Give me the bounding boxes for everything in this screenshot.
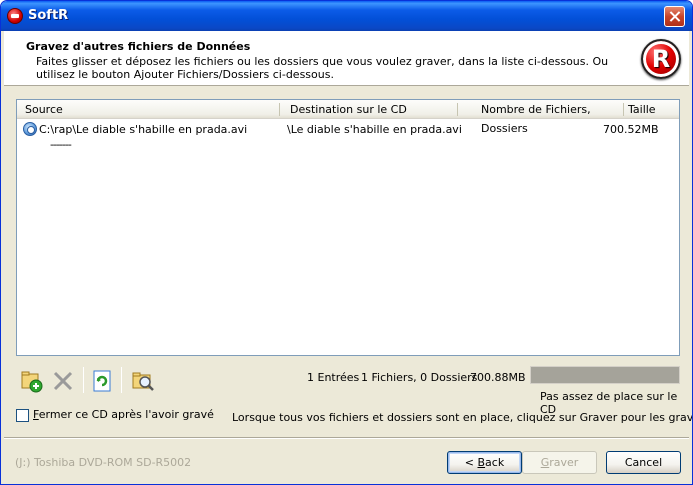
footer-divider — [4, 437, 689, 439]
toolbar-separator — [83, 367, 84, 393]
total-size: 700.88MB — [470, 371, 526, 384]
files-folders-count: 1 Fichiers, 0 Dossiers — [361, 371, 478, 384]
drive-label: (J:) Toshiba DVD-ROM SD-R5002 — [15, 456, 192, 469]
cancel-button[interactable]: Cancel — [606, 451, 681, 474]
placeholder-row: ------- — [50, 138, 72, 151]
softr-logo-icon: R — [641, 39, 681, 79]
add-files-icon[interactable] — [19, 369, 43, 393]
row-size: 700.52MB — [603, 123, 659, 136]
refresh-icon[interactable] — [90, 369, 114, 393]
step-title: Gravez d'autres fichiers de Données — [26, 40, 251, 53]
list-header: Source Destination sur le CD Nombre de F… — [17, 100, 679, 135]
delete-icon[interactable] — [51, 369, 75, 393]
cd-capacity-bar — [530, 366, 680, 384]
column-count[interactable]: Nombre de Fichiers, Dossiers — [473, 100, 623, 135]
column-destination[interactable]: Destination sur le CD — [282, 100, 457, 119]
row-source: C:\rap\Le diable s'habille en prada.avi — [39, 123, 248, 136]
file-list[interactable]: Source Destination sur le CD Nombre de F… — [16, 99, 680, 356]
video-file-icon — [23, 122, 37, 136]
softr-app-icon — [7, 8, 23, 24]
wizard-header: Gravez d'autres fichiers de Données Fait… — [4, 31, 689, 86]
column-size[interactable]: Taille — [620, 100, 672, 119]
softr-window: SoftR Gravez d'autres fichiers de Donnée… — [0, 0, 693, 485]
burn-instructions: Lorsque tous vos fichiers et dossiers so… — [232, 411, 693, 424]
step-description: Faites glisser et déposez les fichiers o… — [36, 55, 609, 81]
window-title: SoftR — [28, 8, 69, 23]
column-source[interactable]: Source — [17, 100, 279, 119]
logo-letter: R — [651, 45, 671, 73]
search-folder-icon[interactable] — [131, 369, 155, 393]
close-cd-checkbox[interactable] — [16, 409, 29, 422]
title-bar[interactable]: SoftR — [1, 1, 692, 31]
list-item[interactable]: C:\rap\Le diable s'habille en prada.avi … — [17, 121, 679, 137]
close-button[interactable] — [664, 6, 685, 27]
close-cd-label[interactable]: Fermer ce CD après l'avoir gravé — [33, 408, 214, 421]
entries-count: 1 Entrées — [307, 371, 360, 384]
row-destination: \Le diable s'habille en prada.avi — [287, 123, 462, 136]
column-divider[interactable] — [279, 103, 280, 116]
burn-button[interactable]: Graver — [522, 451, 597, 474]
toolbar-separator — [121, 367, 122, 393]
back-button[interactable]: < Back — [447, 451, 522, 474]
column-divider[interactable] — [457, 103, 458, 116]
